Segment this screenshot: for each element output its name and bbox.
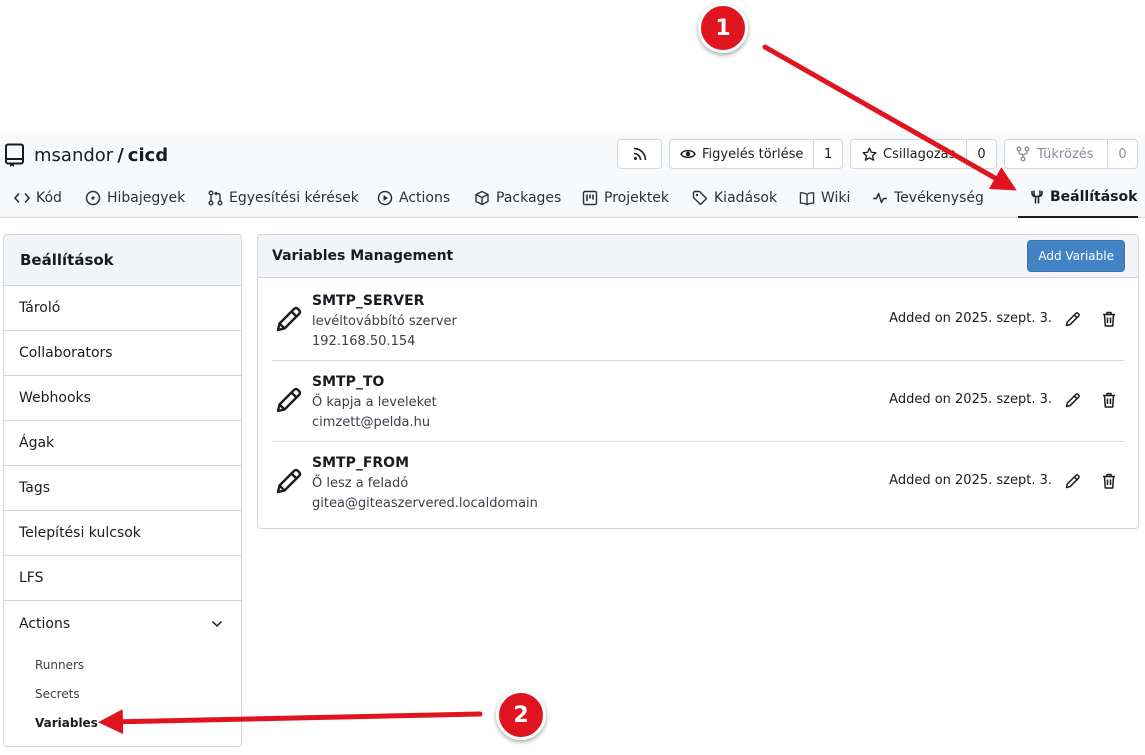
variable-name: SMTP_SERVER: [312, 293, 425, 309]
eye-icon: [680, 146, 696, 162]
repo-separator: /: [117, 144, 124, 166]
rss-icon: [632, 146, 648, 162]
variable-description: Ő kapja a leveleket: [312, 395, 437, 410]
tab-label: Hibajegyek: [107, 190, 186, 206]
tab-label: Projektek: [604, 190, 670, 206]
tab-pull-requests[interactable]: Egyesítési kérések: [207, 178, 359, 218]
sidebar-item-branches[interactable]: Ágak: [4, 421, 241, 466]
variables-panel: Variables Management Add Variable SMTP_S…: [257, 234, 1139, 529]
project-icon: [582, 190, 598, 206]
issue-icon: [85, 190, 101, 206]
tab-label: Kiadások: [714, 190, 778, 206]
variable-row: SMTP_TO Ő kapja a leveleket cimzett@peld…: [272, 361, 1124, 442]
fork-count: 0: [1107, 140, 1137, 168]
pulse-icon: [872, 190, 888, 206]
watch-button[interactable]: Figyelés törlése 1: [669, 139, 843, 169]
pull-request-icon: [207, 190, 223, 206]
pencil-icon: [274, 304, 304, 334]
sidebar-item-collaborators[interactable]: Collaborators: [4, 331, 241, 376]
sidebar-group-actions[interactable]: Actions: [4, 601, 241, 646]
repo-tabs: Kód Hibajegyek Egyesítési kérések Action…: [0, 178, 1145, 218]
sidebar-item-variables[interactable]: Variables: [4, 708, 241, 737]
variable-added-date: Added on 2025. szept. 3.: [889, 392, 1052, 407]
tab-actions[interactable]: Actions: [377, 178, 450, 218]
play-icon: [377, 190, 393, 206]
tab-label: Wiki: [821, 190, 851, 206]
panel-title: Variables Management: [272, 248, 454, 264]
sidebar-group-label: Actions: [19, 615, 71, 632]
book-icon: [799, 190, 815, 206]
package-icon: [474, 190, 490, 206]
fork-button: Tükrözés 0: [1004, 139, 1138, 169]
tag-icon: [692, 190, 708, 206]
tab-wiki[interactable]: Wiki: [799, 178, 850, 218]
tab-label: Beállítások: [1050, 189, 1138, 205]
annotation-badge-1: 1: [698, 3, 748, 53]
tools-icon: [1030, 189, 1044, 205]
tab-issues[interactable]: Hibajegyek: [85, 178, 185, 218]
variable-value: cimzett@pelda.hu: [312, 415, 431, 430]
repo-owner-link[interactable]: msandor: [34, 145, 113, 166]
repo-name-link[interactable]: cicd: [128, 145, 168, 166]
tab-releases[interactable]: Kiadások: [692, 178, 777, 218]
sidebar-item-repository[interactable]: Tároló: [4, 286, 241, 331]
sidebar-title: Beállítások: [4, 235, 241, 286]
variable-name: SMTP_FROM: [312, 455, 410, 471]
edit-variable-button[interactable]: [1064, 472, 1082, 490]
repo-icon: [4, 143, 26, 167]
star-button[interactable]: Csillagozás 0: [850, 139, 997, 169]
tab-label: Actions: [399, 190, 451, 206]
settings-sidebar: Beállítások Tároló Collaborators Webhook…: [3, 234, 242, 747]
sidebar-item-webhooks[interactable]: Webhooks: [4, 376, 241, 421]
annotation-badge-2: 2: [496, 690, 546, 740]
delete-variable-button[interactable]: [1100, 310, 1118, 328]
tab-label: Egyesítési kérések: [229, 190, 359, 206]
variable-description: Ő lesz a feladó: [312, 476, 409, 491]
sidebar-item-tags[interactable]: Tags: [4, 466, 241, 511]
variable-added-date: Added on 2025. szept. 3.: [889, 311, 1052, 326]
watch-label: Figyelés törlése: [702, 146, 804, 162]
tab-code[interactable]: Kód: [14, 178, 62, 218]
rss-button[interactable]: [617, 139, 662, 169]
tab-activity[interactable]: Tevékenység: [872, 178, 984, 218]
fork-icon: [1015, 146, 1031, 162]
variable-row: SMTP_FROM Ő lesz a feladó gitea@giteasze…: [272, 442, 1124, 523]
sidebar-item-secrets[interactable]: Secrets: [4, 679, 241, 708]
pencil-icon: [274, 385, 304, 415]
chevron-down-icon: [209, 616, 225, 632]
star-count[interactable]: 0: [966, 140, 996, 168]
panel-header: Variables Management Add Variable: [258, 235, 1138, 278]
star-label: Csillagozás: [883, 146, 956, 162]
variable-value: gitea@giteaszervered.localdomain: [312, 496, 538, 511]
edit-variable-button[interactable]: [1064, 310, 1082, 328]
sidebar-item-lfs[interactable]: LFS: [4, 556, 241, 601]
star-icon: [861, 146, 877, 162]
watch-count[interactable]: 1: [813, 140, 842, 168]
delete-variable-button[interactable]: [1100, 472, 1118, 490]
delete-variable-button[interactable]: [1100, 391, 1118, 409]
tab-settings[interactable]: Beállítások: [1018, 178, 1138, 218]
add-variable-button[interactable]: Add Variable: [1027, 240, 1125, 272]
fork-label: Tükrözés: [1037, 146, 1094, 162]
variable-name: SMTP_TO: [312, 374, 385, 390]
variable-description: levéltovábbító szerver: [312, 314, 457, 329]
tab-packages[interactable]: Packages: [474, 178, 561, 218]
pencil-icon: [274, 466, 304, 496]
sidebar-item-deploy-keys[interactable]: Telepítési kulcsok: [4, 511, 241, 556]
repo-title: msandor / cicd: [4, 141, 168, 169]
edit-variable-button[interactable]: [1064, 391, 1082, 409]
variable-value: 192.168.50.154: [312, 334, 416, 349]
tab-label: Packages: [496, 190, 562, 206]
variable-added-date: Added on 2025. szept. 3.: [889, 473, 1052, 488]
tab-projects[interactable]: Projektek: [582, 178, 669, 218]
tab-label: Kód: [36, 190, 62, 206]
variable-row: SMTP_SERVER levéltovábbító szerver 192.1…: [272, 280, 1124, 361]
code-icon: [14, 190, 30, 206]
sidebar-item-runners[interactable]: Runners: [4, 650, 241, 679]
tab-label: Tevékenység: [894, 190, 984, 206]
